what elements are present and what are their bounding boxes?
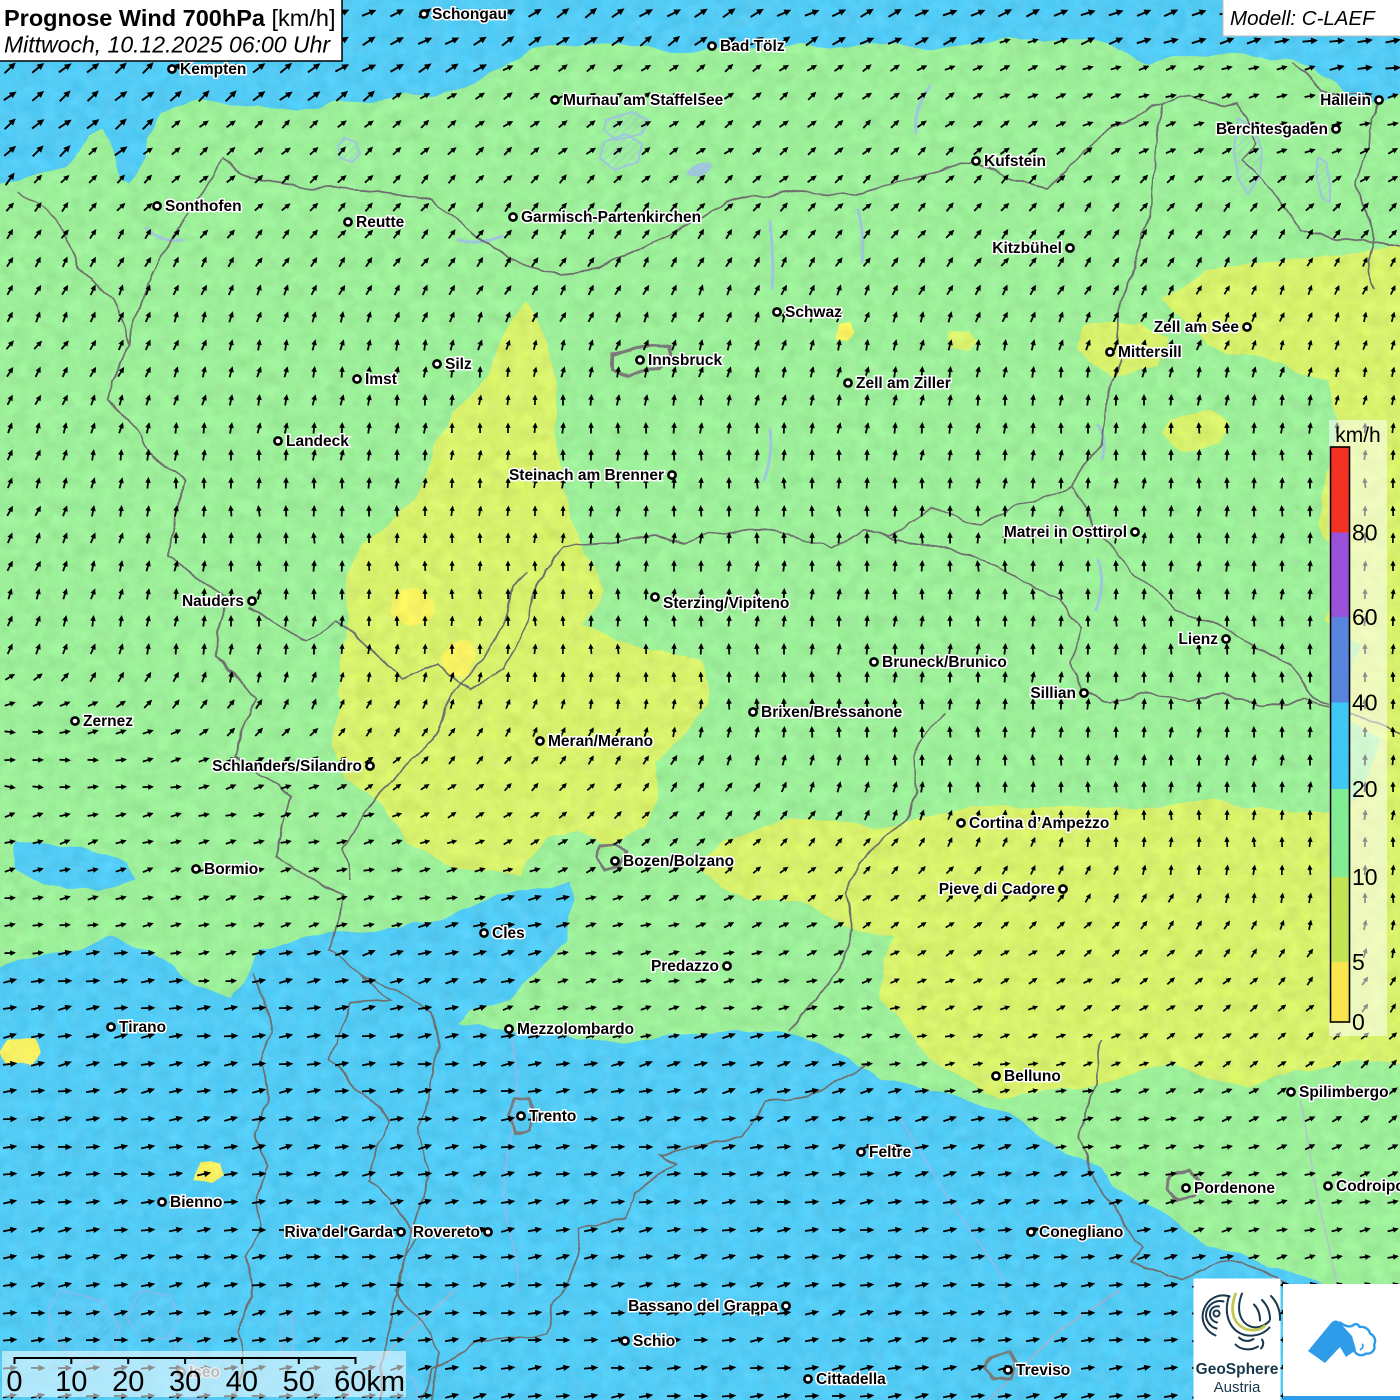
svg-text:Mittwoch, 10.12.2025 06:00 Uhr: Mittwoch, 10.12.2025 06:00 Uhr: [4, 32, 331, 58]
svg-text:Schio: Schio: [633, 1333, 675, 1350]
svg-text:60: 60: [1352, 604, 1378, 630]
svg-text:Sterzing/Vipiteno: Sterzing/Vipiteno: [663, 595, 789, 612]
svg-text:Belluno: Belluno: [1004, 1068, 1061, 1085]
svg-text:Kitzbühel: Kitzbühel: [992, 240, 1062, 257]
svg-text:Zell am See: Zell am See: [1154, 319, 1240, 336]
svg-text:Feltre: Feltre: [869, 1144, 912, 1161]
svg-text:Bormio: Bormio: [204, 861, 258, 878]
svg-text:20: 20: [1352, 776, 1378, 802]
svg-text:Cles: Cles: [492, 925, 525, 942]
svg-text:Imst: Imst: [365, 371, 397, 388]
svg-text:Mittersill: Mittersill: [1118, 344, 1182, 361]
svg-text:Steinach am Brenner: Steinach am Brenner: [509, 467, 664, 484]
svg-text:Sillian: Sillian: [1030, 685, 1076, 702]
svg-text:Bienno: Bienno: [170, 1194, 223, 1211]
svg-text:40: 40: [226, 1366, 258, 1398]
svg-text:Treviso: Treviso: [1016, 1362, 1070, 1379]
svg-text:40: 40: [1352, 690, 1378, 716]
svg-text:Matrei in Osttirol: Matrei in Osttirol: [1004, 524, 1127, 541]
svg-text:GeoSphere: GeoSphere: [1196, 1361, 1279, 1378]
svg-text:Hallein: Hallein: [1320, 92, 1371, 109]
svg-text:Bassano del Grappa: Bassano del Grappa: [628, 1298, 778, 1315]
svg-text:Landeck: Landeck: [286, 433, 349, 450]
svg-text:10: 10: [55, 1366, 87, 1398]
svg-text:Zell am Ziller: Zell am Ziller: [856, 375, 951, 392]
svg-text:60km: 60km: [334, 1366, 405, 1398]
svg-text:Trento: Trento: [529, 1108, 576, 1125]
svg-text:Kufstein: Kufstein: [984, 153, 1046, 170]
svg-text:80: 80: [1352, 520, 1378, 546]
svg-text:Cittadella: Cittadella: [816, 1371, 886, 1388]
svg-text:0: 0: [6, 1366, 22, 1398]
svg-text:Mezzolombardo: Mezzolombardo: [517, 1021, 634, 1038]
svg-text:Modell: C-LAEF: Modell: C-LAEF: [1230, 7, 1376, 30]
svg-text:Nauders: Nauders: [182, 593, 244, 610]
svg-text:50: 50: [283, 1366, 315, 1398]
svg-text:Sonthofen: Sonthofen: [165, 198, 242, 215]
svg-text:Predazzo: Predazzo: [651, 958, 719, 975]
svg-text:Meran/Merano: Meran/Merano: [548, 733, 653, 750]
svg-text:Silz: Silz: [445, 356, 472, 373]
svg-text:Schongau: Schongau: [432, 6, 507, 23]
svg-text:Zernez: Zernez: [83, 713, 133, 730]
svg-text:Bruneck/Brunico: Bruneck/Brunico: [882, 654, 1007, 671]
svg-text:Pieve di Cadore: Pieve di Cadore: [939, 881, 1056, 898]
svg-text:Garmisch-Partenkirchen: Garmisch-Partenkirchen: [521, 209, 701, 226]
svg-text:30: 30: [169, 1366, 201, 1398]
svg-text:Bozen/Bolzano: Bozen/Bolzano: [623, 853, 734, 870]
svg-text:Austria: Austria: [1214, 1379, 1261, 1396]
svg-text:Rovereto: Rovereto: [413, 1224, 480, 1241]
svg-text:Spilimbergo: Spilimbergo: [1299, 1084, 1389, 1101]
svg-text:Codroipo: Codroipo: [1336, 1178, 1400, 1195]
svg-text:Schlanders/Silandro: Schlanders/Silandro: [212, 758, 362, 775]
svg-text:Kempten: Kempten: [180, 61, 246, 78]
svg-text:0: 0: [1352, 1009, 1365, 1035]
svg-text:Lienz: Lienz: [1178, 631, 1218, 648]
svg-text:Bad Tölz: Bad Tölz: [720, 38, 785, 55]
svg-text:10: 10: [1352, 864, 1378, 890]
svg-text:Brixen/Bressanone: Brixen/Bressanone: [761, 704, 903, 721]
svg-text:Berchtesgaden: Berchtesgaden: [1216, 121, 1328, 138]
svg-text:Prognose Wind 700hPa [km/h]: Prognose Wind 700hPa [km/h]: [4, 5, 335, 31]
svg-text:Tirano: Tirano: [119, 1019, 166, 1036]
svg-text:20: 20: [112, 1366, 144, 1398]
svg-text:Murnau am Staffelsee: Murnau am Staffelsee: [563, 92, 724, 109]
svg-text:Riva del Garda: Riva del Garda: [284, 1224, 393, 1241]
svg-text:Conegliano: Conegliano: [1039, 1224, 1123, 1241]
svg-text:5: 5: [1352, 949, 1365, 975]
svg-text:km/h: km/h: [1335, 424, 1381, 447]
svg-text:Pordenone: Pordenone: [1194, 1180, 1275, 1197]
svg-text:Reutte: Reutte: [356, 214, 405, 231]
svg-text:Innsbruck: Innsbruck: [648, 352, 722, 369]
svg-text:Cortina d’Ampezzo: Cortina d’Ampezzo: [969, 815, 1109, 832]
svg-text:Schwaz: Schwaz: [785, 304, 842, 321]
